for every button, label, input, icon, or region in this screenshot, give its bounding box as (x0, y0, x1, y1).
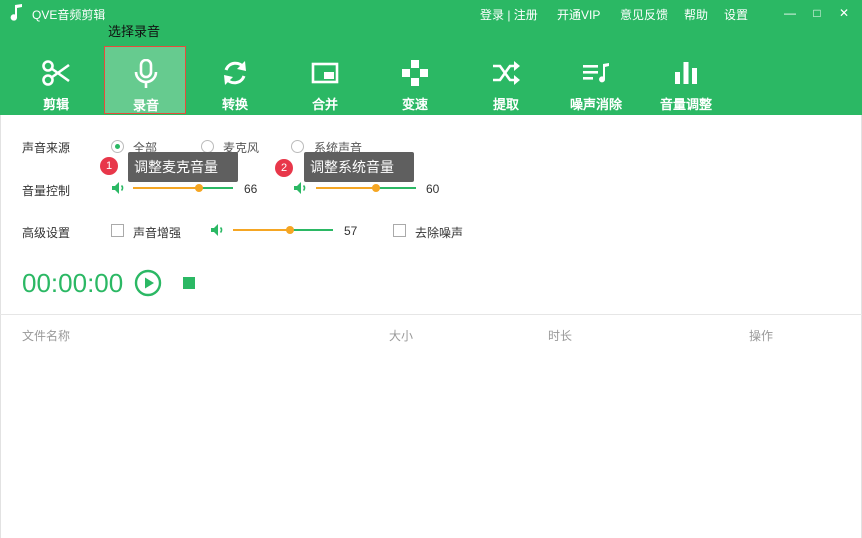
tool-volume-adjust-label: 音量调整 (659, 97, 712, 112)
column-size[interactable]: 大小 (389, 327, 413, 344)
tip-badge-2: 2 (275, 159, 293, 177)
shuffle-icon (493, 61, 520, 85)
source-all-radio[interactable] (111, 140, 124, 153)
sound-enhance-checkbox[interactable] (111, 224, 124, 237)
mic-volume-value: 66 (244, 182, 258, 196)
tool-extract-label: 提取 (492, 97, 519, 112)
gamepad-icon (402, 60, 428, 86)
system-volume-tooltip-text: 调整系统音量 (310, 159, 394, 175)
tool-volume-adjust[interactable]: 音量调整 (645, 46, 727, 114)
tool-merge[interactable]: 合并 (284, 46, 366, 114)
header-bar: QVE音频剪辑 登录 | 注册 开通VIP 意见反馈 帮助 设置 — □ ✕ 选… (0, 0, 862, 115)
table-divider (0, 314, 862, 315)
denoise-checkbox[interactable] (393, 224, 406, 237)
advanced-settings-label: 高级设置 (22, 226, 71, 240)
system-volume-value: 60 (426, 182, 440, 196)
volume-control-label: 音量控制 (22, 184, 71, 198)
enhance-volume-value: 57 (344, 224, 358, 238)
column-actions[interactable]: 操作 (749, 327, 773, 344)
open-vip-link[interactable]: 开通VIP (557, 6, 600, 23)
tool-denoise-label: 噪声消除 (569, 97, 622, 112)
column-duration[interactable]: 时长 (548, 327, 572, 344)
record-timer: 00:00:00 (22, 268, 124, 298)
tool-denoise[interactable]: 噪声消除 (555, 46, 637, 114)
tool-cut-label: 剪辑 (42, 97, 69, 112)
sound-enhance-label: 声音增强 (133, 226, 182, 240)
microphone-icon (134, 59, 158, 88)
denoise-label: 去除噪声 (415, 226, 464, 240)
select-record-hint: 选择录音 (108, 24, 161, 39)
login-register-link[interactable]: 登录 | 注册 (480, 6, 538, 23)
tip-badge-1: 1 (100, 157, 118, 175)
tool-extract[interactable]: 提取 (465, 46, 547, 114)
play-icon (145, 277, 154, 289)
speaker-icon (294, 182, 306, 194)
settings-link[interactable]: 设置 (724, 6, 748, 23)
sound-source-label: 声音来源 (22, 141, 71, 155)
merge-icon (311, 62, 339, 84)
tool-record[interactable]: 录音 (104, 46, 186, 114)
file-list (0, 350, 862, 538)
tool-speed[interactable]: 变速 (374, 46, 456, 114)
column-file-name[interactable]: 文件名称 (22, 327, 70, 344)
speaker-icon (112, 182, 124, 194)
feedback-link[interactable]: 意见反馈 (620, 6, 668, 23)
tool-convert-label: 转换 (221, 97, 248, 112)
app-title: QVE音频剪辑 (32, 8, 106, 22)
playlist-icon (583, 63, 609, 83)
enhance-volume-slider-thumb[interactable] (286, 226, 294, 234)
tool-record-label: 录音 (132, 98, 159, 113)
system-volume-tooltip: 调整系统音量 (304, 152, 414, 182)
tool-merge-label: 合并 (311, 97, 338, 112)
help-link[interactable]: 帮助 (684, 6, 708, 23)
minimize-button[interactable]: — (779, 2, 801, 24)
mic-volume-slider-thumb[interactable] (195, 184, 203, 192)
enhance-volume-slider[interactable] (233, 224, 333, 236)
bars-icon (675, 62, 697, 84)
music-note-icon (10, 4, 22, 21)
maximize-button[interactable]: □ (806, 2, 828, 24)
play-button[interactable] (134, 269, 162, 297)
tool-cut[interactable]: 剪辑 (15, 46, 97, 114)
system-volume-slider-thumb[interactable] (372, 184, 380, 192)
tool-convert[interactable]: 转换 (194, 46, 276, 114)
system-volume-slider[interactable] (316, 182, 416, 194)
speaker-icon (211, 224, 223, 236)
mic-volume-slider[interactable] (133, 182, 233, 194)
mic-volume-tooltip: 调整麦克音量 (128, 152, 238, 182)
source-system-radio[interactable] (291, 140, 304, 153)
refresh-icon (224, 61, 246, 85)
close-button[interactable]: ✕ (833, 2, 855, 24)
tool-speed-label: 变速 (401, 97, 428, 112)
stop-button[interactable] (183, 277, 195, 289)
mic-volume-tooltip-text: 调整麦克音量 (134, 159, 218, 175)
scissors-icon (42, 60, 70, 86)
